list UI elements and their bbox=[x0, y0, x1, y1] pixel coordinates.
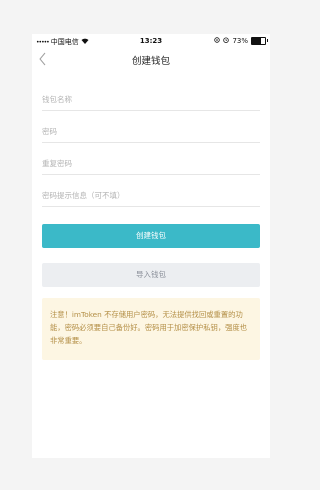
security-notice: 注意！imToken 不存储用户密码，无法提供找回或重置的功能，密码必须要自己备… bbox=[42, 298, 260, 360]
battery-icon bbox=[251, 37, 268, 45]
password-placeholder: 密码 bbox=[42, 127, 57, 136]
battery-level bbox=[252, 38, 262, 44]
wallet-name-input[interactable]: 钱包名称 bbox=[42, 88, 260, 111]
password-input[interactable]: 密码 bbox=[42, 120, 260, 143]
status-right: 73% bbox=[214, 37, 268, 45]
password-hint-input[interactable]: 密码提示信息（可不填） bbox=[42, 184, 260, 207]
nav-bar: 创建钱包 bbox=[32, 48, 270, 72]
import-wallet-button[interactable]: 导入钱包 bbox=[42, 263, 260, 287]
repeat-password-input[interactable]: 重复密码 bbox=[42, 152, 260, 175]
password-hint-placeholder: 密码提示信息（可不填） bbox=[42, 191, 125, 200]
create-wallet-button[interactable]: 创建钱包 bbox=[42, 224, 260, 248]
wallet-name-placeholder: 钱包名称 bbox=[42, 95, 72, 104]
repeat-password-placeholder: 重复密码 bbox=[42, 159, 72, 168]
page-title: 创建钱包 bbox=[131, 56, 170, 67]
location-icon bbox=[214, 37, 221, 45]
status-bar: ••••• 中国电信 13:23 73% bbox=[32, 34, 270, 48]
notice-text: 注意！imToken 不存储用户密码，无法提供找回或重置的功能，密码必须要自己备… bbox=[50, 310, 248, 345]
phone-screen: ••••• 中国电信 13:23 73% 创建钱包 钱包名称 密码 重复密码 密… bbox=[32, 34, 270, 458]
alarm-icon bbox=[223, 37, 230, 45]
battery-percent: 73% bbox=[232, 37, 248, 45]
